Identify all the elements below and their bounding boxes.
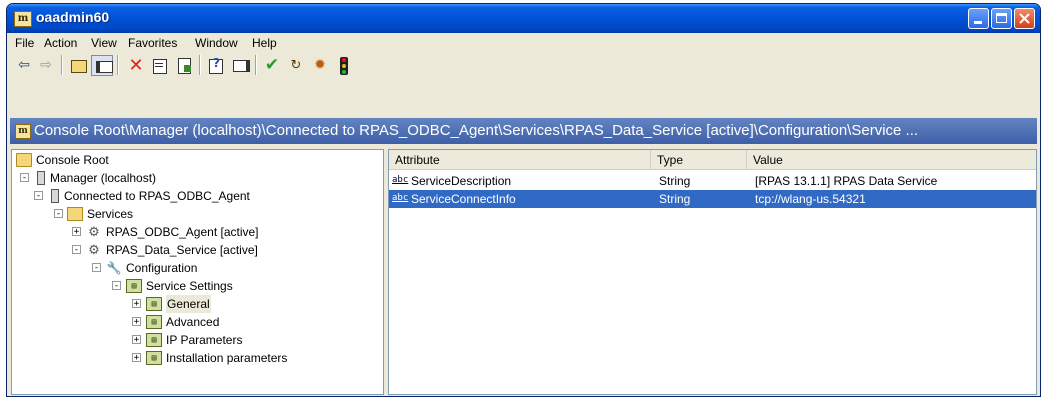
export-list-icon[interactable] [173, 55, 195, 76]
menu-window[interactable]: Window [195, 36, 238, 50]
checkmark-icon[interactable]: ✔ [261, 55, 283, 76]
tree-node-label: IP Parameters [166, 333, 243, 347]
collapse-icon[interactable]: - [54, 209, 63, 219]
toolbar-separator [117, 55, 119, 75]
maximize-button[interactable] [991, 8, 1012, 29]
window-title: oaadmin60 [36, 9, 110, 25]
type-cell: String [659, 192, 691, 206]
string-attribute-icon: abc [392, 193, 409, 203]
tree-node-label: Services [87, 207, 134, 221]
expand-icon[interactable]: + [132, 353, 141, 363]
string-attribute-icon: abc [392, 175, 409, 185]
path-text: Console Root\Manager (localhost)\Connect… [34, 122, 919, 139]
tree-node-label: Installation parameters [166, 351, 288, 365]
mmc-console-icon: m [15, 124, 31, 139]
server-icon [37, 171, 45, 185]
server-icon [51, 189, 59, 203]
minimize-button[interactable] [968, 8, 989, 29]
list-pane[interactable]: Attribute Type Value abc ServiceDescript… [388, 149, 1037, 395]
collapse-icon[interactable]: - [112, 281, 121, 291]
collapse-icon[interactable]: - [92, 263, 101, 273]
up-folder-icon[interactable] [67, 55, 89, 76]
path-bar: m Console Root\Manager (localhost)\Conne… [10, 118, 1037, 144]
settings-icon: ▤ [146, 333, 162, 347]
tree-pane[interactable]: Console Root - Manager (localhost) - Con… [11, 149, 384, 395]
expand-icon[interactable]: + [132, 317, 141, 327]
collapse-icon[interactable]: - [72, 245, 81, 255]
tree-node-label: Advanced [166, 315, 220, 329]
close-button[interactable] [1014, 8, 1035, 29]
tree-node-label: Manager (localhost) [50, 171, 157, 185]
expand-icon[interactable]: + [132, 299, 141, 309]
mmc-console-icon: m [14, 11, 32, 27]
menu-bar: File Action View Favorites Window Help [7, 33, 1040, 53]
minimize-icon [974, 21, 982, 24]
expand-icon[interactable]: + [72, 227, 81, 237]
delete-icon[interactable]: ✕ [125, 55, 147, 76]
value-cell: [RPAS 13.1.1] RPAS Data Service [755, 174, 938, 188]
mmc-window: m oaadmin60 File Action View Favorites W… [6, 3, 1041, 397]
show-hide-action-pane-icon[interactable] [229, 55, 251, 76]
toolbar-separator [199, 55, 201, 75]
tree-node-label: General [166, 295, 211, 313]
value-cell: tcp://wlang-us.54321 [755, 192, 866, 206]
column-header-value[interactable]: Value [747, 150, 1036, 170]
attribute-cell: ServiceDescription [411, 174, 512, 188]
tree-node-label: Configuration [126, 261, 198, 275]
close-icon [1019, 13, 1030, 24]
toolbar-separator [61, 55, 63, 75]
service-gears-icon: ⚙ [88, 242, 100, 257]
tree-node-label: RPAS_Data_Service [active] [106, 243, 258, 257]
column-header-attribute[interactable]: Attribute [389, 150, 651, 170]
menu-help[interactable]: Help [252, 36, 277, 50]
properties-icon[interactable] [149, 55, 171, 76]
folder-icon [16, 153, 32, 167]
settings-icon: ▤ [146, 297, 162, 311]
collapse-icon[interactable]: - [34, 191, 43, 201]
tree-node-label: Service Settings [146, 279, 233, 293]
settings-icon: ▤ [126, 279, 142, 293]
settings-icon: ▤ [146, 315, 162, 329]
settings-icon: ▤ [146, 351, 162, 365]
folder-open-icon [67, 207, 83, 221]
toolbar-separator [255, 55, 257, 75]
tree-node-label: Console Root [36, 153, 109, 167]
forward-arrow-icon[interactable]: ⇨ [35, 55, 57, 76]
maximize-icon [996, 13, 1007, 23]
table-row-selected[interactable]: abc ServiceConnectInfo String tcp://wlan… [389, 190, 1036, 208]
collapse-icon[interactable]: - [20, 173, 29, 183]
menu-action[interactable]: Action [44, 36, 77, 50]
show-hide-tree-icon[interactable] [91, 55, 113, 76]
start-service-icon[interactable]: ✹ [309, 55, 331, 76]
menu-favorites[interactable]: Favorites [128, 36, 177, 50]
wrench-icon: 🔧 [106, 261, 122, 275]
help-icon[interactable]: ? [205, 55, 227, 76]
toolbar: ⇦ ⇨ ✕ ? ✔ ↻ ✹ [7, 54, 1040, 78]
type-cell: String [659, 174, 691, 188]
attribute-cell: ServiceConnectInfo [411, 192, 516, 206]
title-bar[interactable]: m oaadmin60 [7, 4, 1040, 33]
toolbar-spacer [10, 80, 1037, 116]
menu-file[interactable]: File [15, 36, 34, 50]
service-gears-icon: ⚙ [88, 224, 100, 239]
traffic-light-icon[interactable] [333, 55, 355, 76]
table-row[interactable]: abc ServiceDescription String [RPAS 13.1… [389, 172, 1036, 190]
refresh-icon[interactable]: ↻ [285, 55, 307, 76]
column-header-type[interactable]: Type [651, 150, 747, 170]
back-arrow-icon[interactable]: ⇦ [13, 55, 35, 76]
expand-icon[interactable]: + [132, 335, 141, 345]
tree-node-label: Connected to RPAS_ODBC_Agent [64, 189, 250, 203]
menu-view[interactable]: View [91, 36, 117, 50]
tree-node-label: RPAS_ODBC_Agent [active] [106, 225, 259, 239]
